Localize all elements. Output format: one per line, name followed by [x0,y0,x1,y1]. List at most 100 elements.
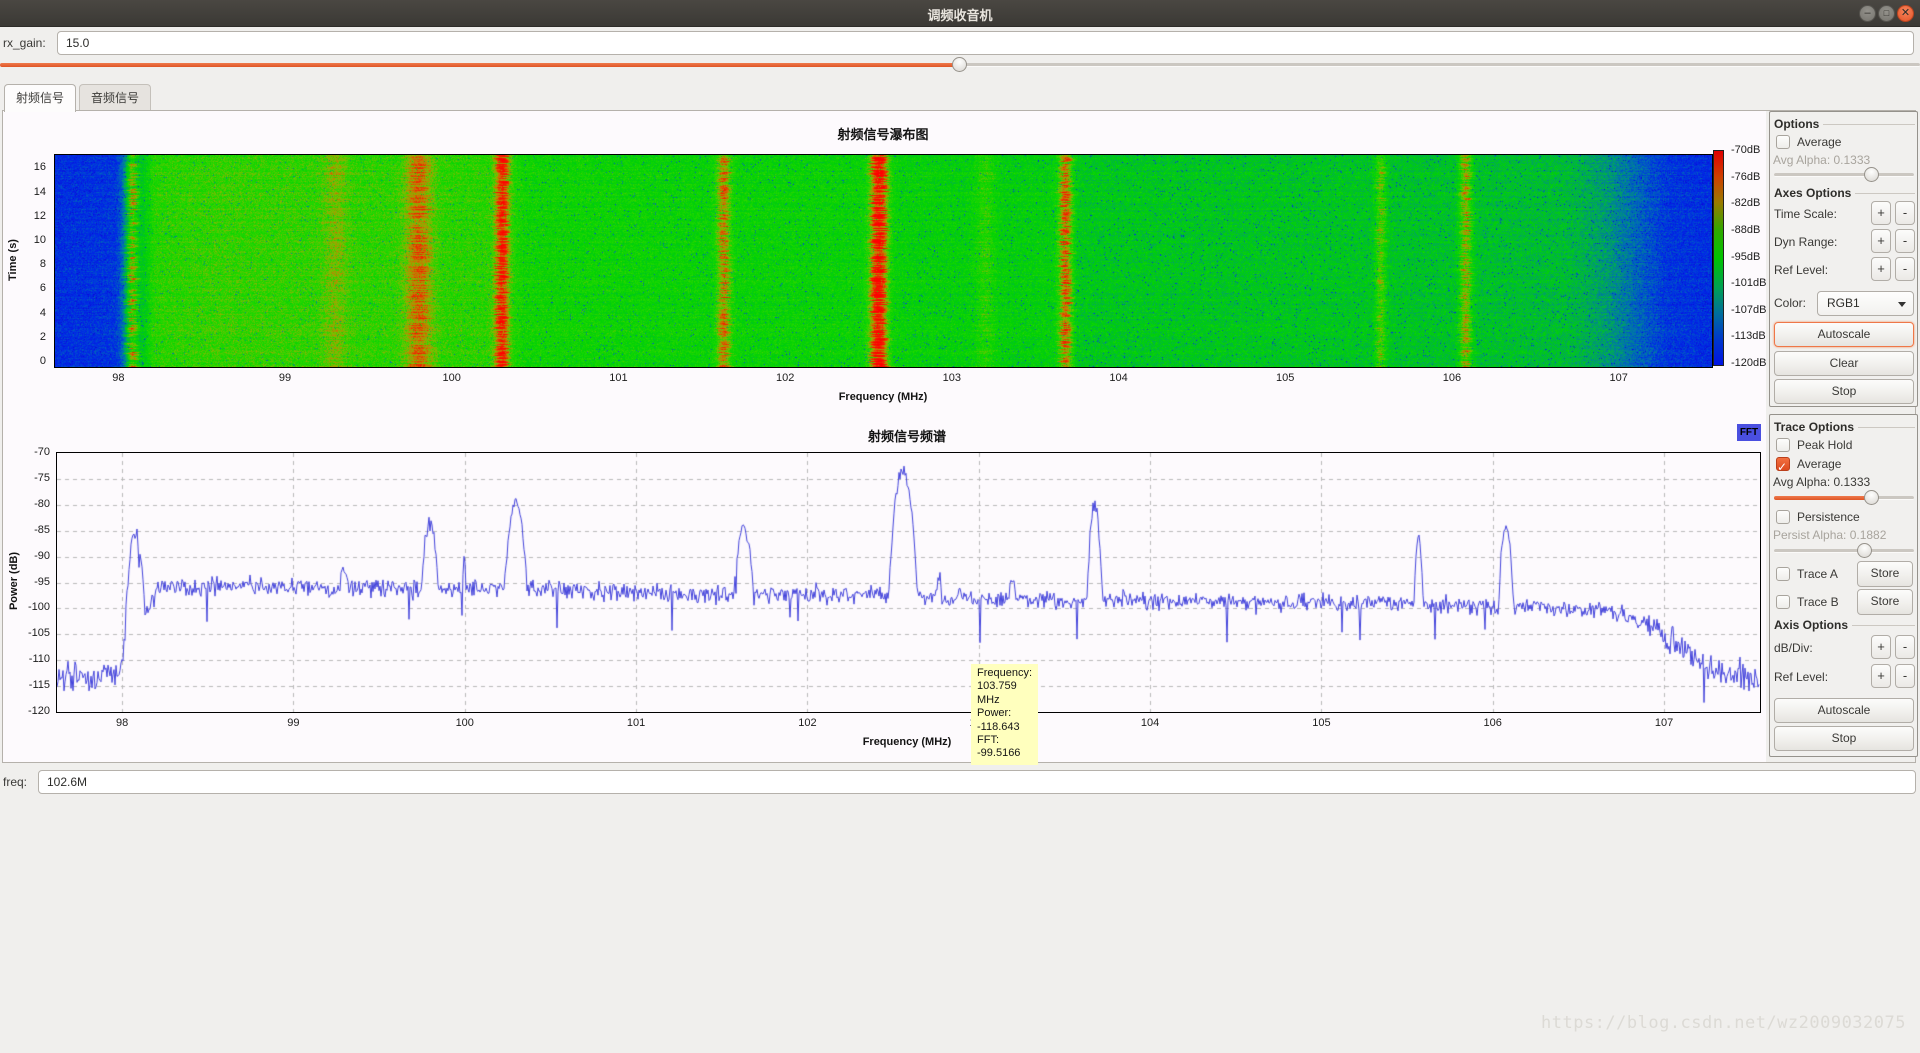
tick-label: 98 [112,372,125,384]
tooltip-fft: FFT: -99.5166 [977,734,1021,760]
tab-rf-signal[interactable]: 射频信号 [4,84,77,112]
tick-label: 10 [33,234,46,246]
spectrum-ref-level-label: Ref Level: [1774,670,1829,684]
average-checkbox[interactable] [1776,135,1790,149]
ref-level-plus-button[interactable]: + [1871,257,1891,281]
axes-options-group-title: Axes Options [1774,186,1915,200]
options-group-title: Options [1774,117,1915,131]
tick-label: -105 [27,627,50,640]
trace-a-checkbox[interactable] [1776,567,1790,581]
waterfall-title: 射频信号瀑布图 [837,127,929,142]
tooltip-frequency: Frequency: 103.759 MHz [977,667,1033,706]
dyn-range-minus-button[interactable]: - [1895,229,1915,253]
tab-audio-signal[interactable]: 音频信号 [79,84,152,111]
slider-handle[interactable] [1864,167,1879,182]
tick-label: 104 [1140,717,1160,729]
tick-label: -110 [28,653,50,666]
waterfall-xlabel: Frequency (MHz) [838,391,928,403]
color-label: Color: [1774,296,1807,310]
time-scale-plus-button[interactable]: + [1871,201,1891,225]
tick-label: 105 [1312,717,1331,729]
tick-label: 2 [39,330,46,343]
color-dropdown-value: RGB1 [1827,296,1860,310]
peak-hold-checkbox[interactable] [1776,438,1790,452]
spectrum-stop-button[interactable]: Stop [1774,726,1914,751]
dyn-range-plus-button[interactable]: + [1871,229,1891,253]
trace-average-checkbox[interactable] [1776,457,1790,471]
tick-label: 101 [626,717,646,729]
waterfall-autoscale-button[interactable]: Autoscale [1774,322,1914,347]
freq-input[interactable] [38,770,1916,794]
time-scale-minus-button[interactable]: - [1895,201,1915,225]
slider-fill [1774,496,1872,500]
spectrum-options-panel: Trace Options Peak Hold Average Avg Alph… [1769,414,1918,757]
rx-gain-input[interactable] [57,31,1914,55]
db-div-plus-button[interactable]: + [1871,635,1891,659]
tick-label: 12 [33,209,46,222]
spectrum-ref-level-plus-button[interactable]: + [1871,664,1891,688]
spectrum-autoscale-button[interactable]: Autoscale [1774,698,1914,723]
close-icon[interactable]: ✕ [1897,5,1914,22]
ref-level-label: Ref Level: [1774,263,1829,277]
average-label: Average [1797,135,1842,149]
trace-avg-alpha-label: Avg Alpha: 0.1333 [1773,475,1871,489]
tick-label: 4 [39,306,46,319]
tick-label: -70 [34,446,50,458]
tick-label: -75 [34,471,50,484]
waterfall-options-panel: Options Average Avg Alpha: 0.1333 Axes O… [1769,111,1918,407]
axis-options-group-title: Axis Options [1774,618,1915,632]
waterfall-clear-button[interactable]: Clear [1774,351,1914,376]
tick-label: 14 [33,185,46,198]
tick-label: 99 [278,372,292,384]
persistence-checkbox[interactable] [1776,510,1790,524]
watermark: https://blog.csdn.net/wz2009032075 [1541,1013,1906,1033]
db-div-label: dB/Div: [1774,641,1813,655]
cursor-tooltip: Frequency: 103.759 MHz Power: -118.643 F… [971,664,1039,765]
tick-label: -80 [34,497,50,510]
fft-legend-badge: FFT [1737,424,1761,441]
spectrum-ref-level-minus-button[interactable]: - [1895,664,1915,688]
trace-a-store-button[interactable]: Store [1857,561,1913,587]
trace-b-checkbox[interactable] [1776,595,1790,609]
waterfall-plot[interactable] [54,154,1713,368]
waterfall-stop-button[interactable]: Stop [1774,379,1914,404]
slider-handle[interactable] [952,57,967,72]
waterfall-canvas[interactable] [55,155,1712,367]
tick-label: 102 [775,372,795,384]
tick-label: 98 [115,717,129,729]
trace-b-store-button[interactable]: Store [1857,589,1913,615]
trace-a-label: Trace A [1797,567,1838,581]
time-scale-label: Time Scale: [1774,207,1837,221]
avg-alpha-slider[interactable] [1774,167,1914,183]
spectrum-plot[interactable] [56,452,1761,713]
slider-track [1774,173,1914,177]
tick-label: 103 [942,372,962,384]
slider-handle[interactable] [1857,543,1872,558]
maximize-icon[interactable]: □ [1878,5,1895,22]
slider-handle[interactable] [1864,490,1879,505]
persist-alpha-slider[interactable] [1774,543,1914,559]
rx-gain-slider[interactable] [0,57,1920,73]
slider-track [1774,549,1914,553]
color-dropdown[interactable]: RGB1 [1817,291,1914,316]
tick-label: -85 [34,523,50,536]
persistence-label: Persistence [1797,510,1860,524]
tick-label: -95 [34,575,50,588]
tick-label: 16 [33,161,46,174]
db-div-minus-button[interactable]: - [1895,635,1915,659]
tick-label: 104 [1109,372,1128,384]
ref-level-minus-button[interactable]: - [1895,257,1915,281]
spectrum-canvas[interactable] [57,453,1760,712]
tick-label: -120 [27,705,50,717]
tick-label: 107 [1654,717,1674,729]
tick-label: 100 [442,372,461,384]
tick-label: -100 [27,601,50,614]
spectrum-title: 射频信号频谱 [867,429,946,444]
tick-label: 105 [1276,372,1295,384]
chevron-down-icon [1898,302,1906,307]
tick-label: 106 [1483,717,1502,729]
minimize-icon[interactable]: – [1859,5,1876,22]
trace-avg-alpha-slider[interactable] [1774,490,1914,506]
trace-average-label: Average [1797,457,1842,471]
tick-label: 0 [39,355,46,368]
